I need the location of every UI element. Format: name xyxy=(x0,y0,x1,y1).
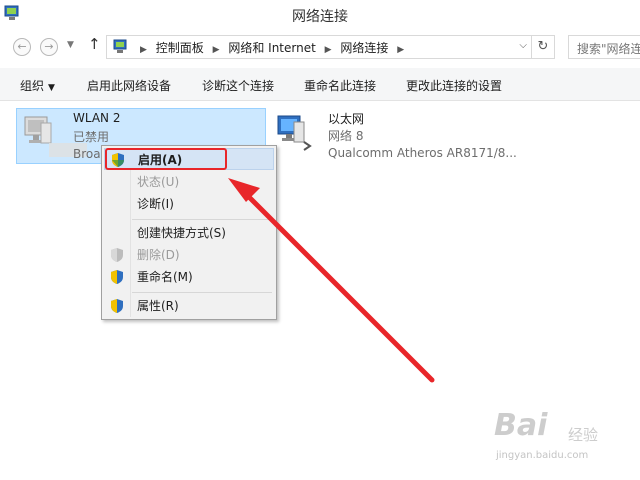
watermark-suffix: 经验 xyxy=(568,426,599,444)
watermark-logo: Bai xyxy=(494,408,548,443)
baidu-watermark: Bai 经验 jingyan.baidu.com xyxy=(494,408,634,468)
watermark-url: jingyan.baidu.com xyxy=(496,450,589,461)
